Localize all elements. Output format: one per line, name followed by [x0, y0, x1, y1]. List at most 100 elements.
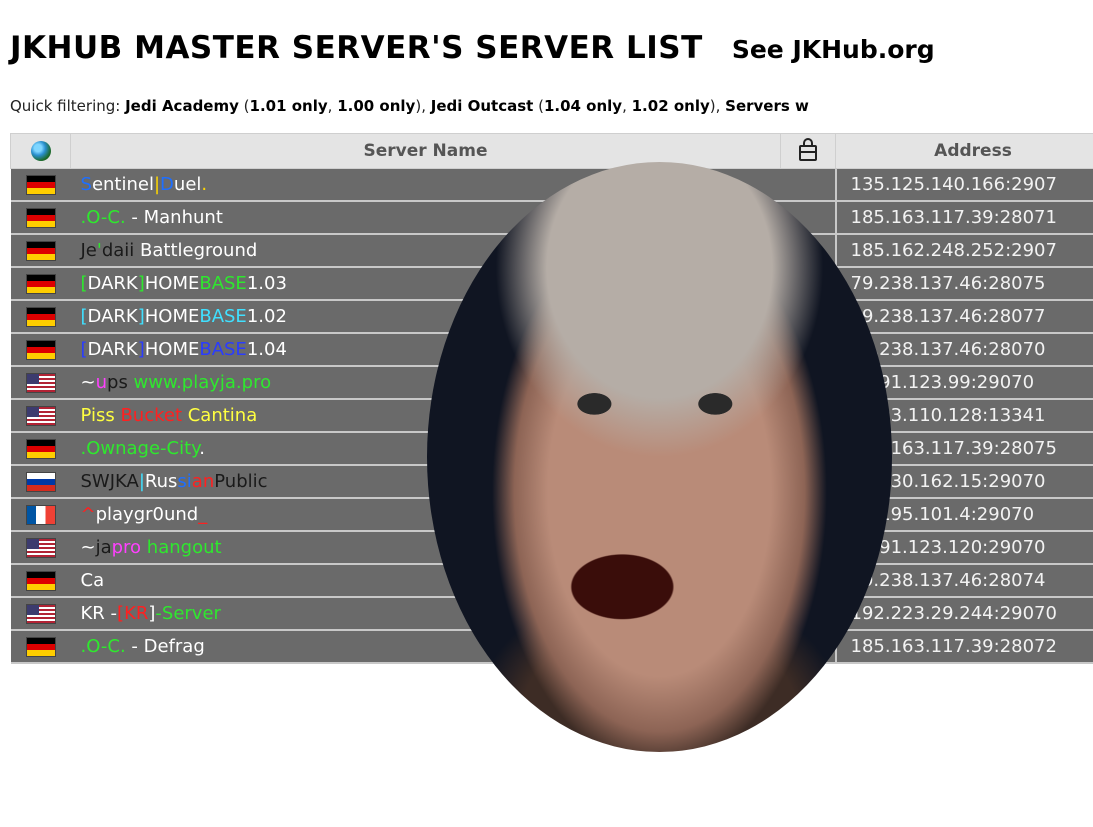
country-cell: [10, 564, 71, 598]
server-name-fragment: SWJKA: [80, 471, 139, 492]
server-name-fragment: ]: [137, 273, 145, 294]
flag-de-icon: [26, 341, 55, 359]
flag-fr-icon: [26, 506, 55, 524]
flag-us-icon: [26, 407, 55, 425]
server-name-fragment: .O-C.: [80, 636, 126, 657]
server-name-fragment: HOME: [144, 339, 200, 360]
server-name-fragment: .: [201, 174, 208, 195]
flag-ru-icon: [26, 473, 55, 491]
flag-us-icon: [26, 605, 55, 623]
server-name-fragment: 1.02: [246, 306, 287, 327]
server-name-fragment: Piss: [80, 405, 121, 426]
title-row: JKHUB MASTER SERVER'S SERVER LIST See JK…: [10, 30, 935, 66]
server-name-fragment: .O-C.: [80, 207, 126, 228]
server-address-cell[interactable]: 135.125.140.166:2907: [834, 168, 1093, 202]
server-name-fragment: -Server: [155, 603, 221, 624]
server-name-fragment: 1.03: [246, 273, 287, 294]
flag-us-icon: [26, 539, 55, 557]
server-name-fragment: si: [177, 471, 192, 492]
country-cell: [10, 597, 71, 631]
server-name-fragment: Rus: [144, 471, 178, 492]
filter-jedi-outcast[interactable]: Jedi Outcast: [431, 97, 534, 115]
filter-servers-with[interactable]: Servers w: [725, 97, 809, 115]
server-name-fragment: [: [80, 339, 88, 360]
server-address-cell[interactable]: 192.223.29.244:29070: [834, 597, 1093, 631]
flag-de-icon: [26, 275, 55, 293]
server-name-fragment: www.playja.pro: [133, 372, 272, 393]
server-name-fragment: pro: [111, 537, 142, 558]
country-cell: [10, 267, 71, 301]
server-name-fragment: KR -: [80, 603, 118, 624]
flag-de-icon: [26, 572, 55, 590]
server-name-fragment: Public: [214, 471, 268, 492]
server-address-cell[interactable]: 79.238.137.46:28075: [834, 267, 1093, 301]
filter-label: Quick filtering:: [10, 97, 126, 115]
server-name-fragment: ~: [80, 372, 96, 393]
quick-filter-bar: Quick filtering: Jedi Academy (1.01 only…: [10, 97, 809, 115]
flag-de-icon: [26, 638, 55, 656]
server-name-fragment: HOME: [144, 306, 200, 327]
server-name-fragment: an: [191, 471, 215, 492]
server-name-fragment: KR: [124, 603, 149, 624]
server-name-fragment: playgr0und: [95, 504, 199, 525]
table-header: Server Name Address: [10, 133, 1093, 169]
server-name-fragment: D: [160, 174, 174, 195]
server-address-cell[interactable]: 185.162.248.252:2907: [834, 234, 1093, 268]
jkhub-link[interactable]: See JKHub.org: [732, 35, 935, 64]
server-address-cell[interactable]: 79.238.137.46:28077: [834, 300, 1093, 334]
filter-jo-102[interactable]: 1.02 only: [632, 97, 710, 115]
server-name-fragment: [: [80, 306, 88, 327]
server-name-fragment: ^: [80, 504, 96, 525]
server-name-fragment: - Manhunt: [125, 207, 223, 228]
country-cell: [10, 234, 71, 268]
flag-de-icon: [26, 209, 55, 227]
server-name-fragment: BASE: [199, 339, 247, 360]
server-name-fragment: DARK: [87, 273, 138, 294]
server-name-fragment: HOME: [144, 273, 200, 294]
server-name-fragment: .Ownage-City: [80, 438, 200, 459]
server-name-fragment: ]: [137, 306, 145, 327]
filter-ja-101[interactable]: 1.01 only: [250, 97, 328, 115]
country-cell: [10, 300, 71, 334]
flag-de-icon: [26, 440, 55, 458]
server-name-fragment: ]: [137, 339, 145, 360]
server-name-fragment: Bucket: [120, 405, 183, 426]
server-name-fragment: .: [199, 438, 205, 459]
filter-jedi-academy[interactable]: Jedi Academy: [125, 97, 239, 115]
country-cell: [10, 201, 71, 235]
address-column-header[interactable]: Address: [835, 133, 1093, 169]
country-cell: [10, 630, 71, 664]
country-cell: [10, 168, 71, 202]
server-name-fragment: Ca: [80, 570, 105, 591]
server-name-fragment: [: [117, 603, 125, 624]
server-name-fragment: ~: [80, 537, 96, 558]
server-name-fragment: BASE: [199, 306, 247, 327]
server-name-fragment: - Defrag: [125, 636, 205, 657]
server-name-fragment: Cantina: [182, 405, 258, 426]
filter-ja-100[interactable]: 1.00 only: [337, 97, 415, 115]
country-cell: [10, 399, 71, 433]
server-name-fragment: uel: [173, 174, 202, 195]
server-name-fragment: BASE: [199, 273, 247, 294]
server-name-fragment: hangout: [141, 537, 222, 558]
server-address-cell[interactable]: 185.163.117.39:28072: [834, 630, 1093, 664]
country-cell: [10, 366, 71, 400]
password-column-header[interactable]: [780, 133, 836, 169]
country-column-header[interactable]: [10, 133, 71, 169]
server-name-fragment: daii: [101, 240, 135, 261]
flag-de-icon: [26, 308, 55, 326]
country-cell: [10, 333, 71, 367]
lock-icon: [799, 138, 817, 161]
flag-de-icon: [26, 242, 55, 260]
country-cell: [10, 432, 71, 466]
server-name-fragment: entinel: [91, 174, 154, 195]
country-cell: [10, 465, 71, 499]
country-cell: [10, 531, 71, 565]
server-name-fragment: ja: [95, 537, 112, 558]
page-title: JKHUB MASTER SERVER'S SERVER LIST: [10, 30, 703, 66]
server-name-fragment: Battleground: [134, 240, 258, 261]
server-name-fragment: S: [80, 174, 92, 195]
server-address-cell[interactable]: 185.163.117.39:28071: [834, 201, 1093, 235]
filter-jo-104[interactable]: 1.04 only: [544, 97, 622, 115]
server-name-fragment: DARK: [87, 339, 138, 360]
